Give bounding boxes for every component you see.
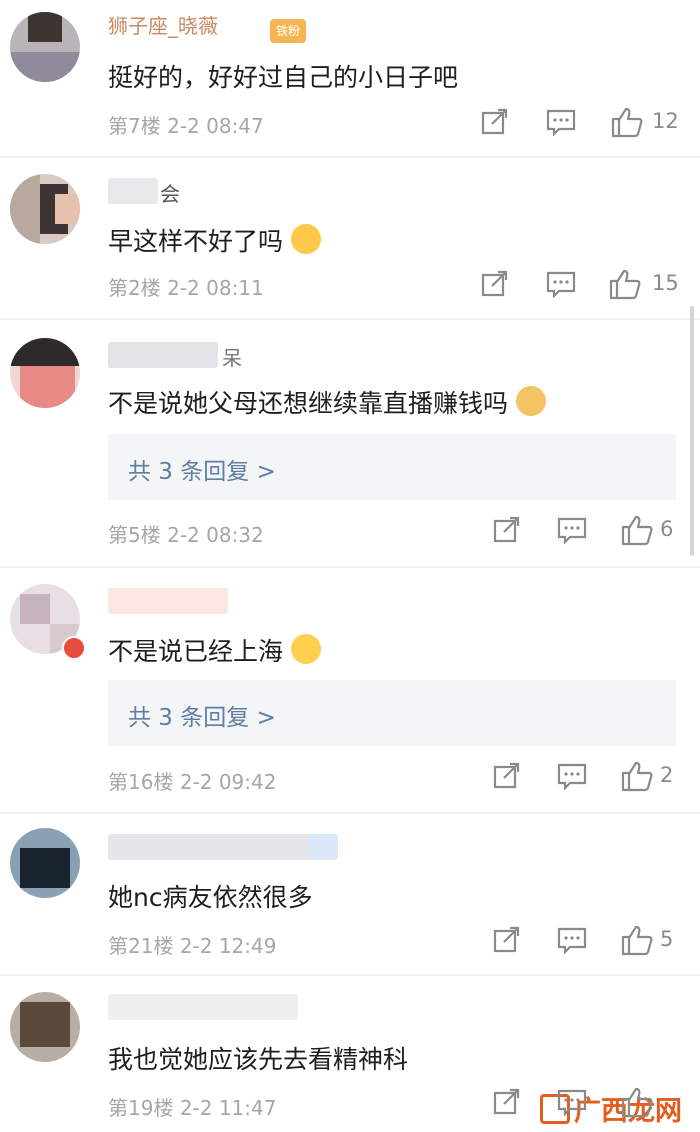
- comment-item: 会 早这样不好了吗 第2楼 2-2 08:11: [0, 160, 700, 318]
- comment-item: 狮子座_晓薇 铁粉 挺好的，好好过自己的小日子吧 第7楼 2-2 08:47: [0, 0, 700, 158]
- fan-badge: 铁粉: [270, 19, 307, 43]
- username[interactable]: 呆: [222, 342, 242, 371]
- comment-meta: 第2楼 2-2 08:11: [108, 272, 264, 301]
- like-count: 12: [652, 109, 679, 133]
- like-count: 6: [660, 517, 674, 541]
- drooling-emoji-icon: [291, 224, 322, 254]
- share-icon[interactable]: [492, 516, 526, 546]
- share-icon[interactable]: [480, 108, 514, 138]
- comment-meta: 第21楼 2-2 12:49: [108, 930, 276, 959]
- share-icon[interactable]: [492, 926, 526, 956]
- comment-item: 不是说已经上海 共 3 条回复 > 第16楼 2-2 09:42: [0, 570, 700, 814]
- share-icon[interactable]: [480, 270, 514, 300]
- username[interactable]: 狮子座_晓薇: [108, 10, 218, 39]
- comment-item: 呆 不是说她父母还想继续靠直播赚钱吗 共 3 条回复 > 第5楼 2-2 08:…: [0, 322, 700, 566]
- sleepy-emoji-icon: [291, 634, 322, 664]
- comment-time: 2-2 11:47: [179, 1096, 277, 1120]
- like-count: 2: [660, 763, 674, 787]
- comment-text: 我也觉她应该先去看精神科: [108, 1045, 409, 1074]
- floor-number: 第2楼: [108, 276, 161, 300]
- username-blurred[interactable]: [108, 178, 158, 204]
- reply-summary-link[interactable]: 共 3 条回复 >: [108, 434, 676, 500]
- like-count: 15: [652, 271, 679, 295]
- comment-meta: 第16楼 2-2 09:42: [108, 766, 276, 795]
- divider: [0, 566, 700, 568]
- comment-icon[interactable]: [545, 108, 579, 138]
- comment-icon[interactable]: [545, 270, 579, 300]
- thumbs-up-icon[interactable]: [620, 1086, 654, 1118]
- username-blurred[interactable]: [108, 342, 218, 368]
- comment-icon[interactable]: [556, 1088, 590, 1118]
- avatar[interactable]: [10, 338, 80, 408]
- avatar[interactable]: [10, 828, 80, 898]
- thumbs-up-icon[interactable]: [620, 514, 654, 546]
- floor-number: 第19楼: [108, 1096, 174, 1120]
- comment-text: 不是说已经上海: [108, 632, 322, 668]
- comment-meta: 第7楼 2-2 08:47: [108, 110, 264, 139]
- reply-summary-link[interactable]: 共 3 条回复 >: [108, 680, 676, 746]
- scrollbar[interactable]: [690, 306, 694, 556]
- thumbs-up-icon[interactable]: [610, 106, 644, 138]
- username-blurred[interactable]: [108, 994, 298, 1020]
- share-icon[interactable]: [492, 762, 526, 792]
- divider: [0, 812, 700, 814]
- floor-number: 第21楼: [108, 934, 174, 958]
- comment-icon[interactable]: [556, 926, 590, 956]
- comment-icon[interactable]: [556, 762, 590, 792]
- floor-number: 第5楼: [108, 523, 161, 547]
- username-blurred[interactable]: [108, 834, 338, 860]
- doge-emoji-icon: [516, 386, 547, 416]
- avatar[interactable]: [10, 174, 80, 244]
- comment-meta: 第5楼 2-2 08:32: [108, 519, 264, 548]
- comment-meta: 第19楼 2-2 11:47: [108, 1092, 276, 1121]
- divider: [0, 318, 700, 320]
- comment-text: 她nc病友依然很多: [108, 883, 313, 912]
- share-icon[interactable]: [492, 1088, 526, 1118]
- verified-badge-icon: [62, 636, 86, 660]
- thumbs-up-icon[interactable]: [620, 924, 654, 956]
- avatar[interactable]: [10, 12, 80, 82]
- avatar[interactable]: [10, 992, 80, 1062]
- thumbs-up-icon[interactable]: [620, 760, 654, 792]
- comment-text: 早这样不好了吗: [108, 222, 322, 258]
- like-count: 5: [660, 927, 674, 951]
- comment-text: 挺好的，好好过自己的小日子吧: [108, 63, 459, 92]
- divider: [0, 156, 700, 158]
- comment-time: 2-2 09:42: [179, 770, 277, 794]
- comment-text: 不是说她父母还想继续靠直播赚钱吗: [108, 384, 547, 420]
- floor-number: 第16楼: [108, 770, 174, 794]
- comment-time: 2-2 08:32: [167, 523, 264, 547]
- comment-icon[interactable]: [556, 516, 590, 546]
- username[interactable]: 会: [160, 178, 180, 207]
- thumbs-up-icon[interactable]: [608, 268, 642, 300]
- floor-number: 第7楼: [108, 114, 161, 138]
- comment-time: 2-2 08:47: [167, 114, 264, 138]
- comment-item: 她nc病友依然很多 第21楼 2-2 12:49: [0, 816, 700, 974]
- comment-time: 2-2 12:49: [179, 934, 277, 958]
- username-blurred[interactable]: [108, 588, 228, 614]
- divider: [0, 974, 700, 976]
- comment-time: 2-2 08:11: [167, 276, 264, 300]
